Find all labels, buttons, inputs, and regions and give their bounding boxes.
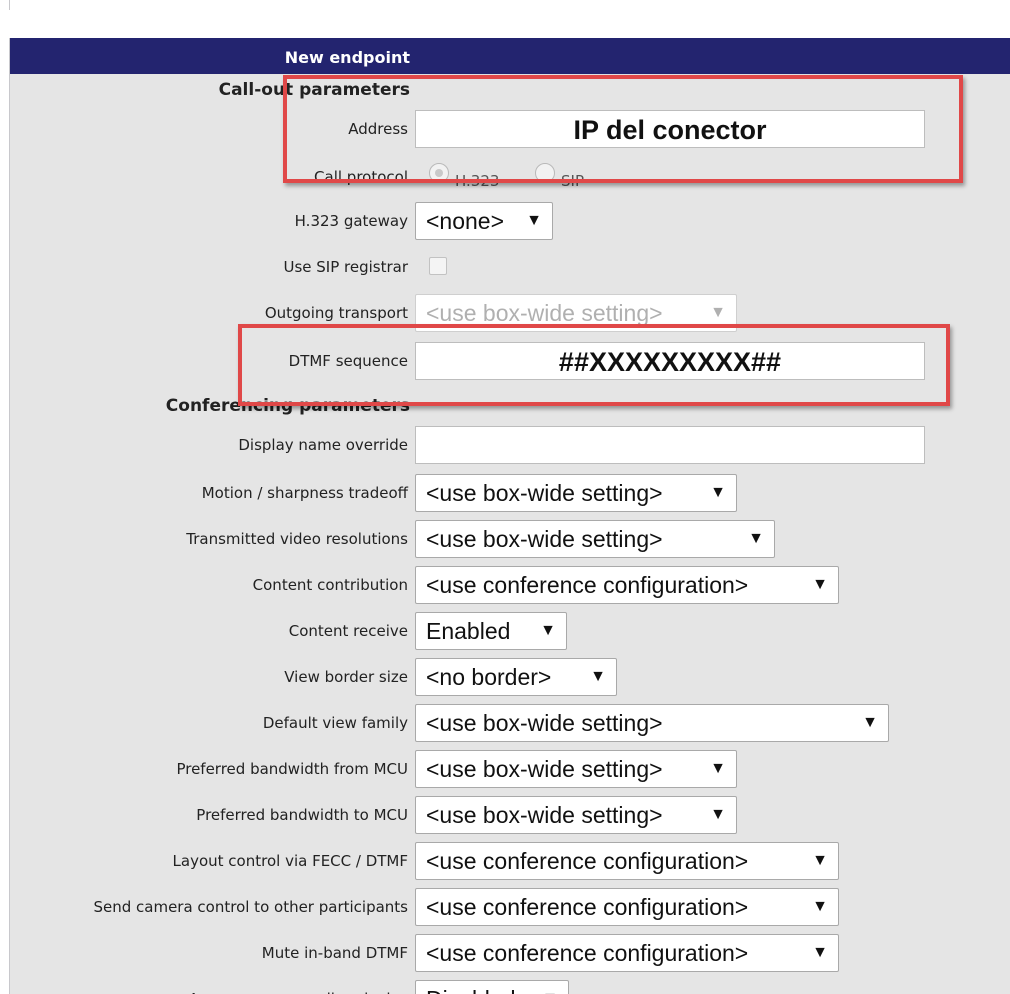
row-use-sip-registrar: Use SIP registrar [10, 246, 1010, 288]
content-receive-value: Enabled [426, 618, 511, 644]
layout-control-label: Layout control via FECC / DTMF [172, 852, 408, 870]
motion-sharpness-label: Motion / sharpness tradeoff [201, 484, 408, 502]
content-receive-label: Content receive [288, 622, 408, 640]
mute-inband-dtmf-value: <use conference configuration> [426, 940, 749, 966]
row-dtmf-sequence: DTMF sequence ##XXXXXXXXX## [10, 340, 1010, 382]
bandwidth-from-mcu-select[interactable]: <use box-wide setting> ▼ [415, 750, 737, 788]
row-address: Address IP del conector [10, 108, 1010, 150]
bandwidth-to-mcu-label: Preferred bandwidth to MCU [196, 806, 408, 824]
radio-sip[interactable] [535, 163, 555, 183]
row-transmitted-video-res: Transmitted video resolutions <use box-w… [10, 518, 1010, 560]
row-mute-inband-dtmf: Mute in-band DTMF <use conference config… [10, 932, 1010, 974]
content-contribution-label: Content contribution [252, 576, 408, 594]
view-border-size-value: <no border> [426, 664, 552, 690]
page: New endpoint Call-out parameters Address… [0, 0, 1010, 994]
form-header: New endpoint [10, 38, 1010, 74]
outgoing-transport-select: <use box-wide setting> ▼ [415, 294, 737, 332]
far-end-camera-label: Send camera control to other participant… [93, 898, 408, 916]
radio-h323-label: H.323 [455, 172, 500, 190]
h323-gateway-select[interactable]: <none> ▼ [415, 202, 553, 240]
row-far-end-camera: Send camera control to other participant… [10, 886, 1010, 928]
h323-gateway-label: H.323 gateway [294, 212, 408, 230]
section-callout-title: Call-out parameters [218, 80, 410, 100]
row-default-view-family: Default view family <use box-wide settin… [10, 702, 1010, 744]
h323-gateway-value: <none> [426, 208, 505, 234]
chevron-down-icon: ▼ [812, 898, 828, 915]
bandwidth-from-mcu-label: Preferred bandwidth from MCU [176, 760, 408, 778]
view-border-size-label: View border size [284, 668, 408, 686]
view-border-size-select[interactable]: <no border> ▼ [415, 658, 617, 696]
dtmf-sequence-label: DTMF sequence [288, 352, 408, 370]
address-label: Address [348, 120, 408, 138]
content-receive-select[interactable]: Enabled ▼ [415, 612, 567, 650]
row-call-protocol: Call protocol H.323 SIP [10, 156, 1010, 198]
row-display-name-override: Display name override [10, 424, 1010, 466]
transmitted-video-res-select[interactable]: <use box-wide setting> ▼ [415, 520, 775, 558]
row-outgoing-transport: Outgoing transport <use box-wide setting… [10, 292, 1010, 334]
row-partial-cut-off: Appear as a recording device Disabled ▼ [10, 978, 1010, 994]
row-bandwidth-from-mcu: Preferred bandwidth from MCU <use box-wi… [10, 748, 1010, 790]
chevron-down-icon: ▼ [812, 576, 828, 593]
row-content-contribution: Content contribution <use conference con… [10, 564, 1010, 606]
chevron-down-icon: ▼ [710, 304, 726, 321]
display-name-override-input[interactable] [415, 426, 925, 464]
use-sip-registrar-label: Use SIP registrar [283, 258, 408, 276]
row-content-receive: Content receive Enabled ▼ [10, 610, 1010, 652]
motion-sharpness-value: <use box-wide setting> [426, 480, 663, 506]
chevron-down-icon: ▼ [812, 852, 828, 869]
frame-top [9, 0, 1010, 10]
layout-control-value: <use conference configuration> [426, 848, 749, 874]
chevron-down-icon: ▼ [812, 944, 828, 961]
chevron-down-icon: ▼ [710, 806, 726, 823]
outgoing-transport-value: <use box-wide setting> [426, 300, 663, 326]
bandwidth-from-mcu-value: <use box-wide setting> [426, 756, 663, 782]
call-protocol-label: Call protocol [314, 168, 408, 186]
partial-row-value: Disabled [426, 986, 516, 994]
far-end-camera-select[interactable]: <use conference configuration> ▼ [415, 888, 839, 926]
content-contribution-select[interactable]: <use conference configuration> ▼ [415, 566, 839, 604]
default-view-family-label: Default view family [262, 714, 408, 732]
default-view-family-select[interactable]: <use box-wide setting> ▼ [415, 704, 889, 742]
row-bandwidth-to-mcu: Preferred bandwidth to MCU <use box-wide… [10, 794, 1010, 836]
chevron-down-icon: ▼ [590, 668, 606, 685]
mute-inband-dtmf-label: Mute in-band DTMF [261, 944, 408, 962]
section-conferencing-title: Conferencing parameters [165, 396, 410, 416]
row-h323-gateway: H.323 gateway <none> ▼ [10, 200, 1010, 242]
address-input[interactable]: IP del conector [415, 110, 925, 148]
bandwidth-to-mcu-select[interactable]: <use box-wide setting> ▼ [415, 796, 737, 834]
radio-h323[interactable] [429, 163, 449, 183]
chevron-down-icon: ▼ [710, 484, 726, 501]
display-name-override-label: Display name override [238, 436, 408, 454]
chevron-down-icon: ▼ [862, 714, 878, 731]
endpoint-form-panel: New endpoint Call-out parameters Address… [9, 38, 1010, 994]
outgoing-transport-label: Outgoing transport [264, 304, 408, 322]
radio-sip-label: SIP [561, 172, 584, 190]
default-view-family-value: <use box-wide setting> [426, 710, 663, 736]
chevron-down-icon: ▼ [542, 981, 558, 994]
partial-row-select[interactable]: Disabled ▼ [415, 980, 569, 994]
far-end-camera-value: <use conference configuration> [426, 894, 749, 920]
mute-inband-dtmf-select[interactable]: <use conference configuration> ▼ [415, 934, 839, 972]
content-contribution-value: <use conference configuration> [426, 572, 749, 598]
use-sip-registrar-checkbox[interactable] [429, 257, 447, 275]
row-view-border-size: View border size <no border> ▼ [10, 656, 1010, 698]
chevron-down-icon: ▼ [748, 530, 764, 547]
form-title: New endpoint [284, 48, 410, 67]
transmitted-video-res-value: <use box-wide setting> [426, 526, 663, 552]
dtmf-sequence-input[interactable]: ##XXXXXXXXX## [415, 342, 925, 380]
chevron-down-icon: ▼ [540, 622, 556, 639]
layout-control-select[interactable]: <use conference configuration> ▼ [415, 842, 839, 880]
row-layout-control: Layout control via FECC / DTMF <use conf… [10, 840, 1010, 882]
transmitted-video-res-label: Transmitted video resolutions [186, 530, 408, 548]
chevron-down-icon: ▼ [526, 212, 542, 229]
partial-row-label: Appear as a recording device [188, 978, 408, 994]
motion-sharpness-select[interactable]: <use box-wide setting> ▼ [415, 474, 737, 512]
chevron-down-icon: ▼ [710, 760, 726, 777]
bandwidth-to-mcu-value: <use box-wide setting> [426, 802, 663, 828]
row-motion-sharpness: Motion / sharpness tradeoff <use box-wid… [10, 472, 1010, 514]
